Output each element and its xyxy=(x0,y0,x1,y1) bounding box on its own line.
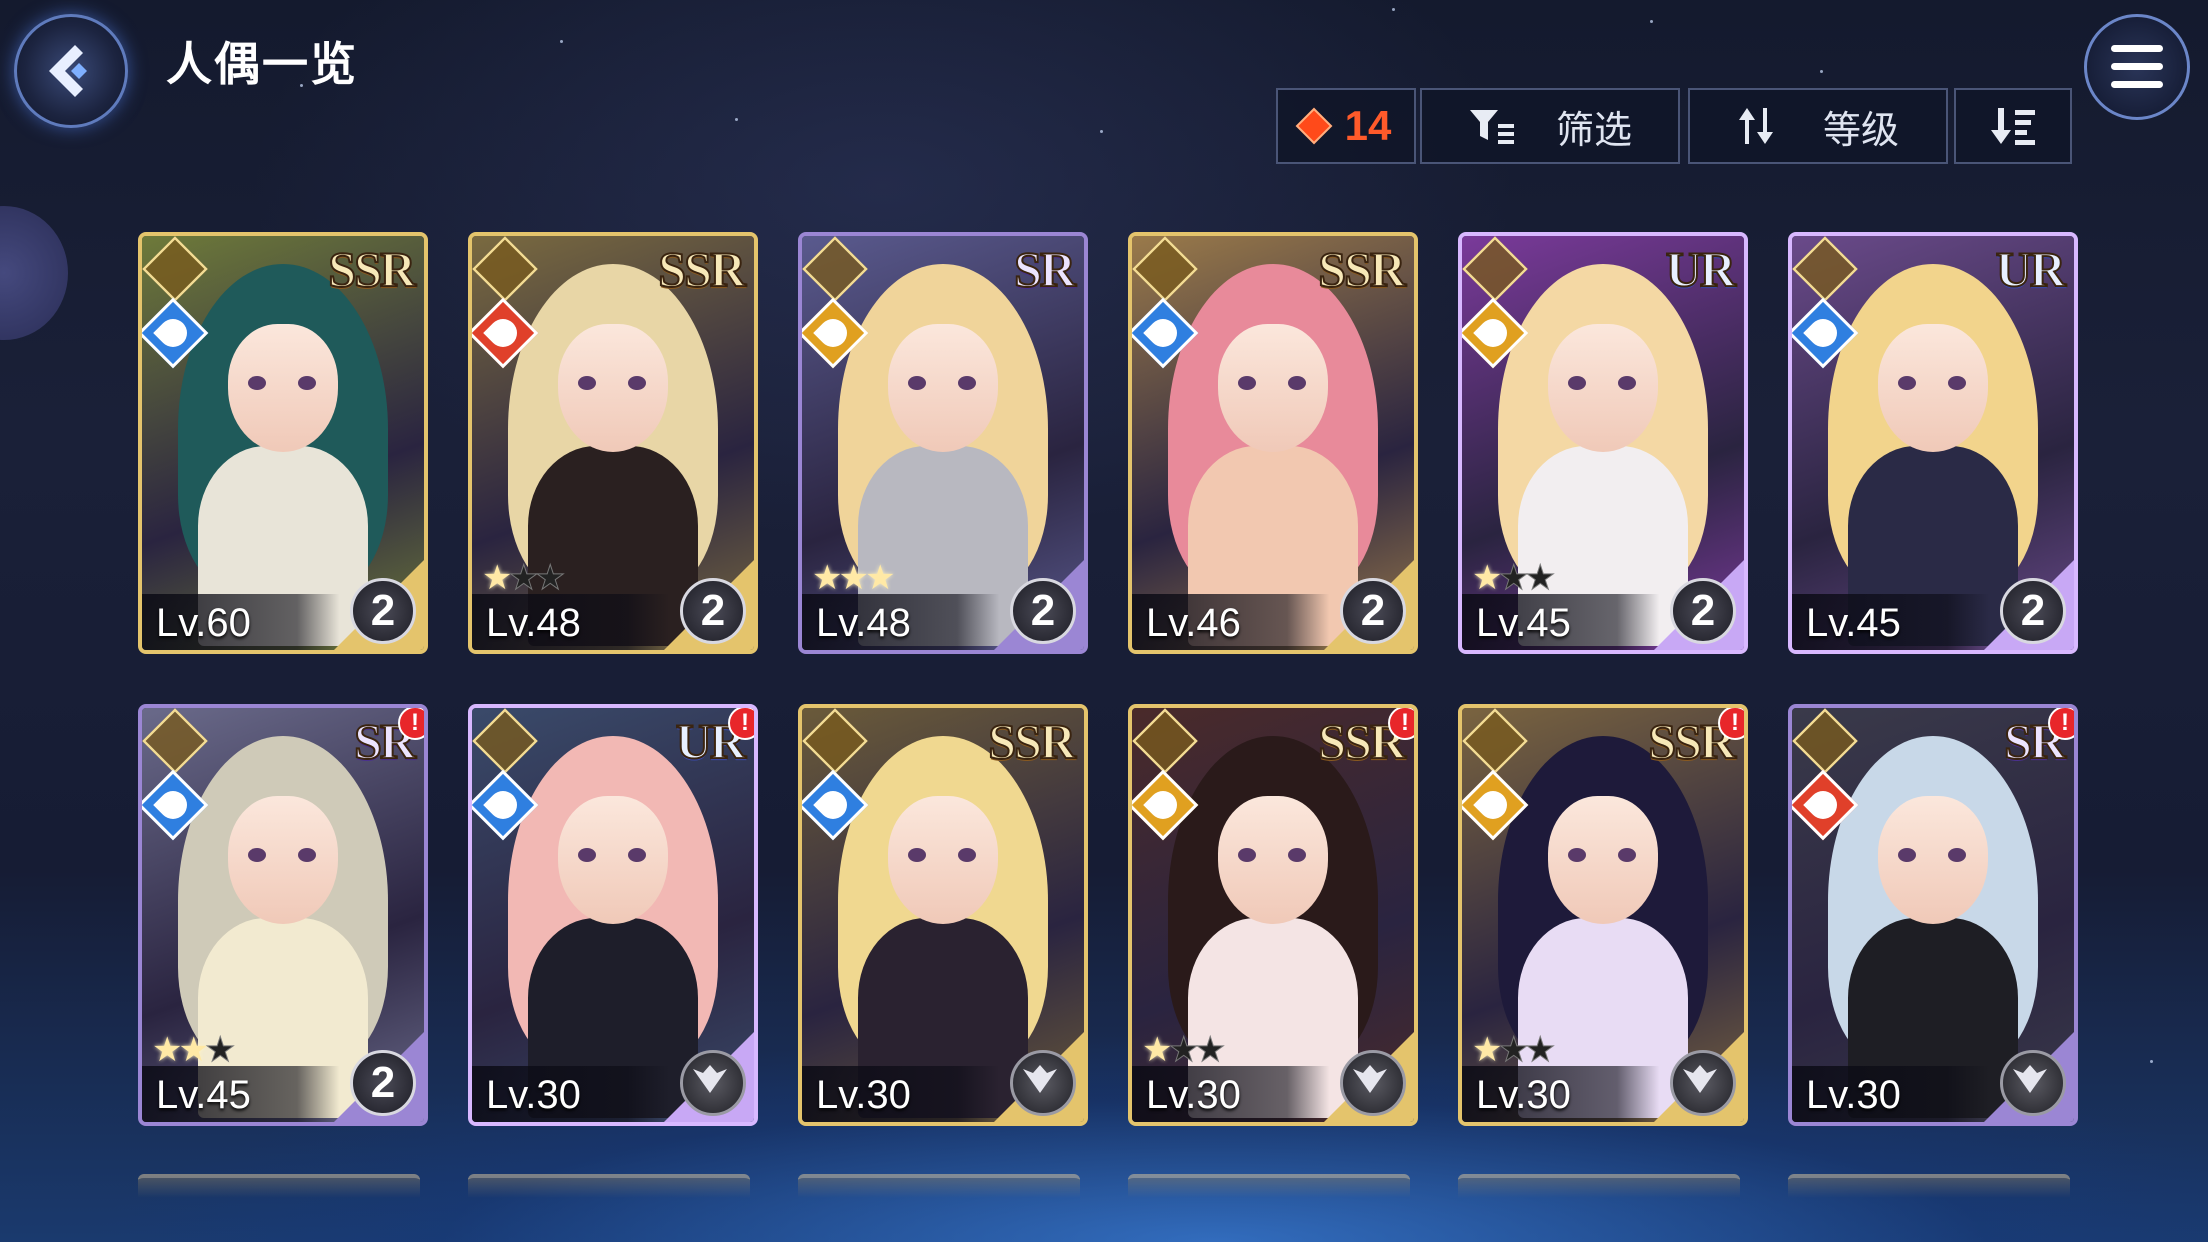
level-label: Lv.30 xyxy=(1146,1073,1241,1117)
count-value: 14 xyxy=(1344,102,1392,149)
sort-arrows-icon xyxy=(1738,108,1773,144)
doll-card[interactable]: UR ★★★ Lv.45 2 xyxy=(1458,232,1748,654)
alert-badge-icon: ! xyxy=(398,708,424,740)
rank-badge: 2 xyxy=(2000,578,2066,644)
rank-badge: 2 xyxy=(680,578,746,644)
doll-card[interactable]: SR ★★★ Lv.45 2! xyxy=(138,704,428,1126)
doll-card[interactable]: SSR Lv.60 2 xyxy=(138,232,428,654)
menu-icon xyxy=(2111,45,2163,52)
rarity-label: SSR xyxy=(657,240,747,298)
page-title: 人偶一览 xyxy=(166,38,358,90)
alert-badge-icon: ! xyxy=(1388,708,1414,740)
star-rating: ★★★ xyxy=(812,559,896,597)
sort-order-button[interactable] xyxy=(1954,88,2072,164)
rank-badge: 2 xyxy=(350,1050,416,1116)
level-label: Lv.60 xyxy=(156,601,251,645)
level-label: Lv.46 xyxy=(1146,601,1241,645)
level-label: Lv.45 xyxy=(1806,601,1901,645)
rank-badge: 2 xyxy=(350,578,416,644)
level-label: Lv.48 xyxy=(486,601,581,645)
rarity-label: UR xyxy=(1665,240,1737,298)
level-label: Lv.48 xyxy=(816,601,911,645)
sort-descending-icon xyxy=(1991,108,2035,145)
rarity-label: SSR xyxy=(987,712,1077,770)
doll-card[interactable]: SSR ★★★ Lv.30! xyxy=(1458,704,1748,1126)
rank-badge: 2 xyxy=(1340,578,1406,644)
level-label: Lv.30 xyxy=(816,1073,911,1117)
wing-emblem-icon xyxy=(1010,1050,1076,1116)
doll-card[interactable]: SSR Lv.30 xyxy=(798,704,1088,1126)
rarity-label: UR xyxy=(1995,240,2067,298)
doll-card[interactable]: SR ★★★ Lv.48 2 xyxy=(798,232,1088,654)
wing-emblem-icon xyxy=(2000,1050,2066,1116)
rarity-label: SR xyxy=(1013,240,1077,298)
wing-emblem-icon xyxy=(680,1050,746,1116)
rank-badge: 2 xyxy=(1670,578,1736,644)
rarity-label: SSR xyxy=(1317,240,1407,298)
doll-card[interactable]: UR Lv.30! xyxy=(468,704,758,1126)
star-rating: ★★★ xyxy=(1472,1031,1556,1070)
star-rating: ★★★ xyxy=(482,559,566,598)
star-rating: ★★★ xyxy=(1472,559,1556,598)
level-label: Lv.30 xyxy=(1476,1073,1571,1117)
wing-emblem-icon xyxy=(1340,1050,1406,1116)
diamond-icon xyxy=(1295,107,1333,145)
sort-by-level-button[interactable]: 等级 xyxy=(1688,88,1948,164)
rarity-label: SSR xyxy=(327,240,417,298)
menu-button[interactable] xyxy=(2084,14,2190,120)
doll-card[interactable]: SR Lv.30! xyxy=(1788,704,2078,1126)
level-label: Lv.30 xyxy=(1806,1073,1901,1117)
doll-card[interactable]: SSR Lv.46 2 xyxy=(1128,232,1418,654)
alert-badge-icon: ! xyxy=(2048,708,2074,740)
back-button[interactable] xyxy=(14,14,128,128)
level-label: Lv.30 xyxy=(486,1073,581,1117)
doll-card[interactable]: UR Lv.45 2 xyxy=(1788,232,2078,654)
filter-button[interactable]: 筛选 xyxy=(1420,88,1680,164)
rank-badge: 2 xyxy=(1010,578,1076,644)
doll-card[interactable]: SSR ★★★ Lv.30! xyxy=(1128,704,1418,1126)
side-drawer-tab[interactable] xyxy=(0,206,68,340)
filter-label: 筛选 xyxy=(1555,109,1632,152)
wing-emblem-icon xyxy=(1670,1050,1736,1116)
filter-icon xyxy=(1469,110,1514,144)
count-indicator: 14 xyxy=(1276,88,1416,164)
level-label: Lv.45 xyxy=(1476,601,1571,645)
alert-badge-icon: ! xyxy=(728,708,754,740)
level-label: Lv.45 xyxy=(156,1073,251,1117)
sort-label: 等级 xyxy=(1822,109,1899,152)
alert-badge-icon: ! xyxy=(1718,708,1744,740)
back-arrow-icon xyxy=(49,45,87,97)
star-rating: ★★★ xyxy=(152,1031,236,1070)
doll-card[interactable]: SSR ★★★ Lv.48 2 xyxy=(468,232,758,654)
star-rating: ★★★ xyxy=(1142,1031,1226,1070)
